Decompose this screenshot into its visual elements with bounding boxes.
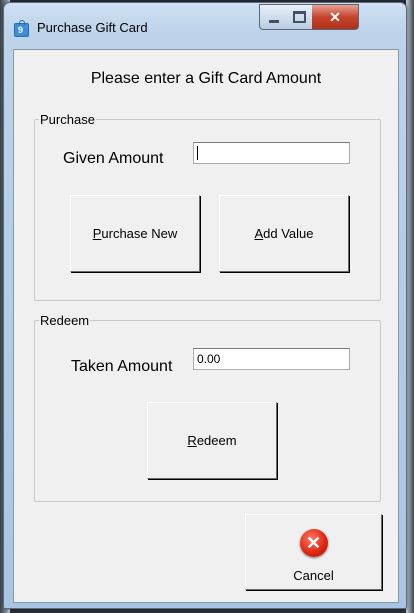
dialog-client-area: Please enter a Gift Card Amount Purchase… — [13, 49, 399, 603]
text-caret — [197, 146, 198, 160]
minimize-button[interactable] — [259, 4, 288, 30]
gift-card-icon: 9 — [14, 20, 29, 37]
page-title: Please enter a Gift Card Amount — [90, 70, 322, 87]
purchase-group-label: Purchase — [39, 112, 96, 127]
dialog-window: 9 Purchase Gift Card ✕ Please enter a Gi… — [3, 2, 407, 609]
redeem-button[interactable]: Redeem — [147, 402, 277, 479]
given-amount-label: Given Amount — [63, 150, 164, 167]
taken-amount-label: Taken Amount — [71, 358, 173, 375]
window-title: Purchase Gift Card — [37, 20, 148, 35]
add-value-button[interactable]: Add Value — [219, 195, 349, 272]
cancel-button-label: Cancel — [293, 568, 334, 583]
close-button[interactable]: ✕ — [312, 4, 359, 30]
redeem-group: Redeem Taken Amount 0.00 Redeem — [34, 313, 381, 502]
taken-amount-field[interactable]: 0.00 — [193, 348, 350, 370]
maximize-button[interactable] — [286, 4, 313, 30]
given-amount-field[interactable] — [193, 142, 350, 164]
minimize-icon — [268, 19, 279, 23]
close-icon: ✕ — [329, 8, 341, 25]
purchase-group: Purchase Given Amount Purchase New Add V… — [34, 112, 381, 301]
redeem-group-label: Redeem — [39, 313, 91, 328]
cancel-x-icon: ✕ — [299, 529, 328, 557]
purchase-new-button[interactable]: Purchase New — [70, 195, 200, 272]
cancel-button[interactable]: ✕ Cancel — [245, 514, 382, 590]
maximize-icon — [292, 11, 306, 23]
desktop-edge-right — [406, 0, 414, 613]
